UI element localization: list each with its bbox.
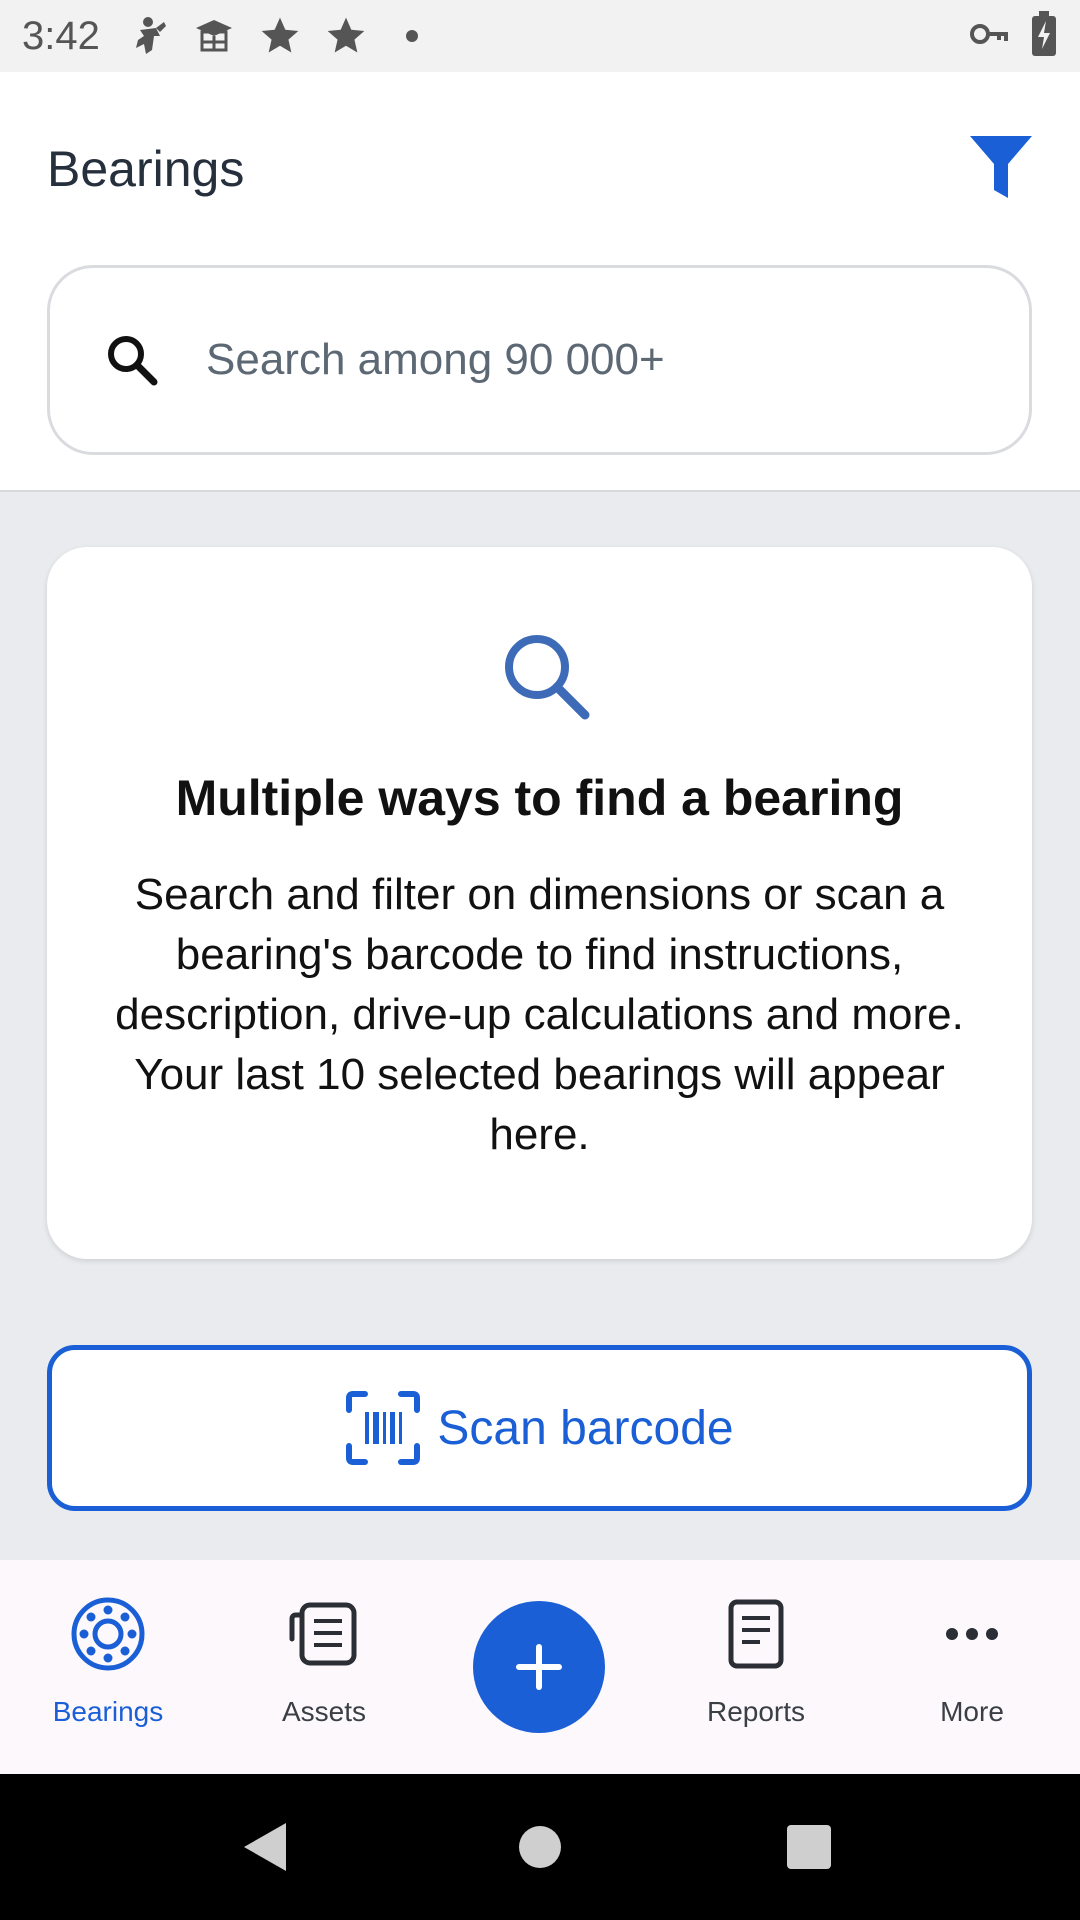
graduation-cap-icon [192, 14, 236, 58]
header: Bearings Search among 90 000+ [0, 72, 1080, 492]
search-input[interactable]: Search among 90 000+ [47, 265, 1032, 455]
nav-label-more: More [940, 1696, 1004, 1727]
search-icon [505, 635, 590, 720]
barcode-scan-icon [346, 1391, 421, 1465]
info-card-title: Multiple ways to find a bearing [175, 770, 904, 826]
nav-item-assets[interactable]: Assets [216, 1560, 432, 1774]
status-time: 3:42 [22, 13, 100, 58]
home-button[interactable] [497, 1804, 583, 1890]
vpn-key-icon [968, 14, 1008, 59]
bearing-icon [68, 1594, 148, 1674]
page-title: Bearings [47, 141, 245, 197]
nav-label-reports: Reports [706, 1696, 806, 1727]
bottom-navigation: Bearings Assets Reports More [0, 1560, 1080, 1774]
star-icon [324, 14, 368, 58]
scan-barcode-label: Scan barcode [437, 1401, 734, 1455]
nav-item-bearings[interactable]: Bearings [0, 1560, 216, 1774]
home-icon [519, 1826, 561, 1868]
filter-button[interactable] [966, 132, 1036, 202]
battery-charging-icon [1030, 10, 1058, 62]
info-card: Multiple ways to find a bearing Search a… [47, 547, 1032, 1259]
nav-label-bearings: Bearings [52, 1696, 164, 1727]
add-button[interactable] [473, 1601, 605, 1733]
report-icon [716, 1594, 796, 1674]
search-placeholder: Search among 90 000+ [206, 335, 665, 384]
system-navigation-bar [0, 1774, 1080, 1920]
info-card-body: Search and filter on dimensions or scan … [115, 870, 964, 1159]
back-icon [244, 1823, 286, 1871]
notification-icons [126, 14, 434, 58]
system-status-icons [968, 10, 1058, 62]
search-icon [108, 336, 158, 386]
nav-item-reports[interactable]: Reports [648, 1560, 864, 1774]
nav-label-assets: Assets [281, 1696, 367, 1727]
plus-icon [516, 1644, 562, 1690]
dot-icon [390, 14, 434, 58]
status-bar: 3:42 [0, 0, 1080, 72]
recents-icon [787, 1825, 831, 1869]
filter-icon [970, 136, 1032, 198]
assets-icon [284, 1594, 364, 1674]
fitness-icon [126, 14, 170, 58]
scan-barcode-button[interactable]: Scan barcode [47, 1345, 1032, 1511]
more-icon [932, 1594, 1012, 1674]
star-icon [258, 14, 302, 58]
back-button[interactable] [222, 1804, 308, 1890]
nav-item-more[interactable]: More [864, 1560, 1080, 1774]
recents-button[interactable] [766, 1804, 852, 1890]
